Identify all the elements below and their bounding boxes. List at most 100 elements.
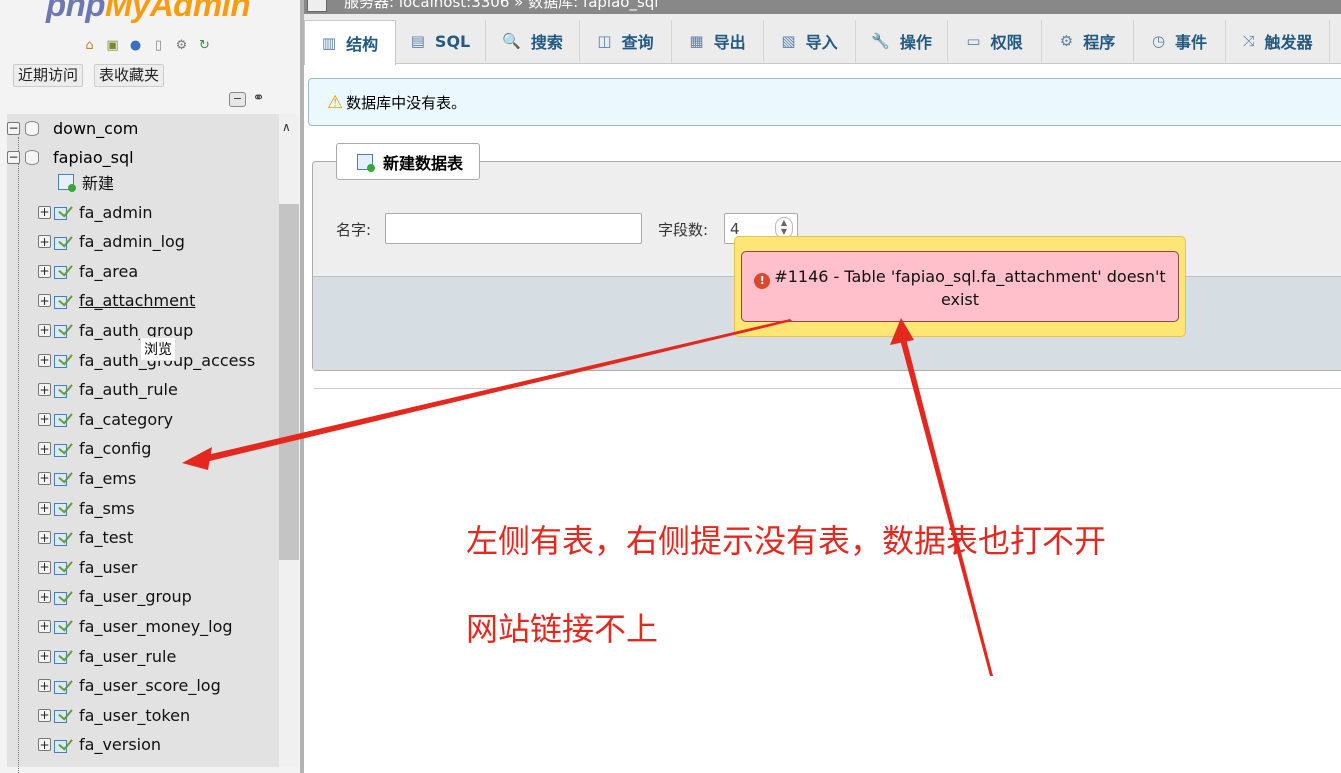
- table-item[interactable]: + fa_user: [38, 554, 137, 580]
- table-item[interactable]: + fa_category: [38, 406, 173, 432]
- table-icon[interactable]: [53, 441, 71, 457]
- db-name[interactable]: fapiao_sql: [53, 148, 134, 167]
- db-item-down-com[interactable]: − down_com: [7, 115, 138, 141]
- breadcrumb-text[interactable]: 服务器: localhost:3306 » 数据库: fapiao_sql: [344, 0, 658, 10]
- expand-icon[interactable]: +: [38, 294, 51, 308]
- table-name[interactable]: fa_auth_group: [79, 321, 193, 340]
- expand-icon[interactable]: +: [38, 383, 51, 397]
- table-item[interactable]: + fa_config: [38, 436, 151, 462]
- table-item[interactable]: + fa_admin_log: [38, 229, 185, 255]
- table-item[interactable]: + fa_test: [38, 525, 133, 551]
- tab-clock[interactable]: ◷ 事件: [1134, 20, 1226, 62]
- table-name[interactable]: fa_category: [79, 410, 173, 429]
- tab-privileges[interactable]: ▭ 权限: [948, 20, 1042, 62]
- logout-icon[interactable]: ▣: [103, 36, 122, 55]
- tab-export[interactable]: ▦ 导出: [672, 20, 764, 62]
- new-table-label[interactable]: 新建: [82, 170, 114, 194]
- collapse-all-icon[interactable]: −: [229, 92, 246, 107]
- home-icon[interactable]: ⌂: [80, 36, 99, 55]
- table-item[interactable]: + fa_user_group: [38, 584, 192, 610]
- expand-icon[interactable]: +: [38, 679, 51, 693]
- table-icon[interactable]: [53, 648, 71, 664]
- new-table-item[interactable]: 新建: [58, 169, 114, 195]
- favorites-button[interactable]: 表收藏夹: [94, 64, 165, 87]
- tab-wrench[interactable]: 🔧 操作: [856, 20, 948, 62]
- table-icon[interactable]: [53, 589, 71, 605]
- expand-icon[interactable]: +: [38, 619, 51, 633]
- table-icon[interactable]: [53, 204, 71, 220]
- table-icon[interactable]: [53, 559, 71, 576]
- table-name[interactable]: fa_sms: [79, 499, 135, 518]
- expand-icon[interactable]: +: [38, 442, 51, 456]
- table-name[interactable]: fa_config: [79, 439, 151, 458]
- table-icon[interactable]: [53, 293, 71, 309]
- table-name[interactable]: fa_user_token: [79, 706, 190, 725]
- expand-icon[interactable]: +: [38, 205, 51, 219]
- table-name[interactable]: fa_ems: [79, 469, 136, 488]
- link-icon[interactable]: ⚭: [250, 91, 267, 107]
- expand-icon[interactable]: +: [38, 738, 51, 752]
- expand-icon[interactable]: +: [38, 471, 51, 485]
- panel-resizer[interactable]: [300, 0, 304, 773]
- db-item-fapiao-sql[interactable]: − fapiao_sql: [7, 144, 134, 170]
- table-item[interactable]: + fa_admin: [38, 199, 153, 225]
- expand-icon[interactable]: +: [38, 323, 51, 337]
- table-name[interactable]: fa_version: [79, 735, 161, 754]
- error-message[interactable]: ! #1146 - Table 'fapiao_sql.fa_attachment…: [741, 251, 1179, 322]
- expand-icon[interactable]: +: [38, 649, 51, 663]
- tab-sql[interactable]: ▤ SQL: [396, 20, 486, 62]
- phpmyadmin-logo[interactable]: phpMyAdmin: [46, 0, 250, 24]
- table-icon[interactable]: [53, 263, 71, 280]
- table-icon[interactable]: [53, 352, 71, 368]
- table-name[interactable]: fa_user_score_log: [79, 676, 221, 695]
- table-icon[interactable]: [53, 322, 71, 339]
- table-icon[interactable]: [53, 530, 71, 546]
- scroll-up-icon[interactable]: ∧: [282, 120, 291, 134]
- tab-structure[interactable]: ▥ 结构: [304, 20, 396, 65]
- table-name[interactable]: fa_admin: [79, 203, 153, 222]
- expand-icon[interactable]: +: [38, 590, 51, 604]
- server-icon[interactable]: [307, 0, 327, 12]
- expand-icon[interactable]: +: [38, 353, 51, 367]
- table-icon[interactable]: [53, 234, 71, 250]
- table-item[interactable]: + fa_user_token: [38, 702, 190, 728]
- expand-icon[interactable]: +: [38, 560, 51, 574]
- tab-query[interactable]: ◫ 查询: [580, 20, 672, 62]
- table-icon[interactable]: [53, 678, 71, 694]
- table-name[interactable]: fa_user_money_log: [79, 617, 233, 636]
- expand-icon[interactable]: +: [38, 501, 51, 515]
- table-item[interactable]: + fa_auth_rule: [38, 377, 178, 403]
- expand-icon[interactable]: +: [38, 264, 51, 278]
- tab-import[interactable]: ▧ 导入: [764, 20, 856, 62]
- gear-icon[interactable]: ⚙: [172, 36, 191, 55]
- docs-icon[interactable]: ▯: [149, 36, 168, 55]
- help-icon[interactable]: ●: [126, 36, 145, 55]
- table-icon[interactable]: [53, 707, 71, 724]
- recent-button[interactable]: 近期访问: [13, 64, 84, 87]
- table-item[interactable]: + fa_user_rule: [38, 643, 176, 669]
- expand-icon[interactable]: +: [38, 531, 51, 545]
- table-name[interactable]: fa_attachment: [79, 291, 195, 310]
- table-item[interactable]: + fa_attachment: [38, 288, 195, 314]
- table-name[interactable]: fa_test: [79, 528, 133, 547]
- table-item[interactable]: + fa_user_score_log: [38, 673, 221, 699]
- scrollbar-thumb[interactable]: [279, 204, 299, 560]
- table-name[interactable]: fa_auth_rule: [79, 380, 178, 399]
- reload-icon[interactable]: ↻: [195, 36, 214, 55]
- table-name[interactable]: fa_user: [79, 558, 137, 577]
- table-item[interactable]: + fa_version: [38, 732, 161, 758]
- table-item[interactable]: + fa_sms: [38, 495, 135, 521]
- table-item[interactable]: + fa_user_money_log: [38, 613, 233, 639]
- table-icon[interactable]: [53, 470, 71, 487]
- table-icon[interactable]: [53, 500, 71, 516]
- table-name[interactable]: fa_user_group: [79, 587, 192, 606]
- table-icon[interactable]: [53, 382, 71, 398]
- tab-routines[interactable]: ⚙ 程序: [1042, 20, 1134, 62]
- table-name[interactable]: fa_admin_log: [79, 232, 185, 251]
- table-icon[interactable]: [53, 737, 71, 753]
- expand-icon[interactable]: +: [38, 412, 51, 426]
- tab-search[interactable]: 🔍 搜索: [486, 20, 580, 62]
- table-name[interactable]: fa_area: [79, 262, 138, 281]
- collapse-icon[interactable]: −: [7, 150, 20, 164]
- table-icon[interactable]: [53, 411, 71, 428]
